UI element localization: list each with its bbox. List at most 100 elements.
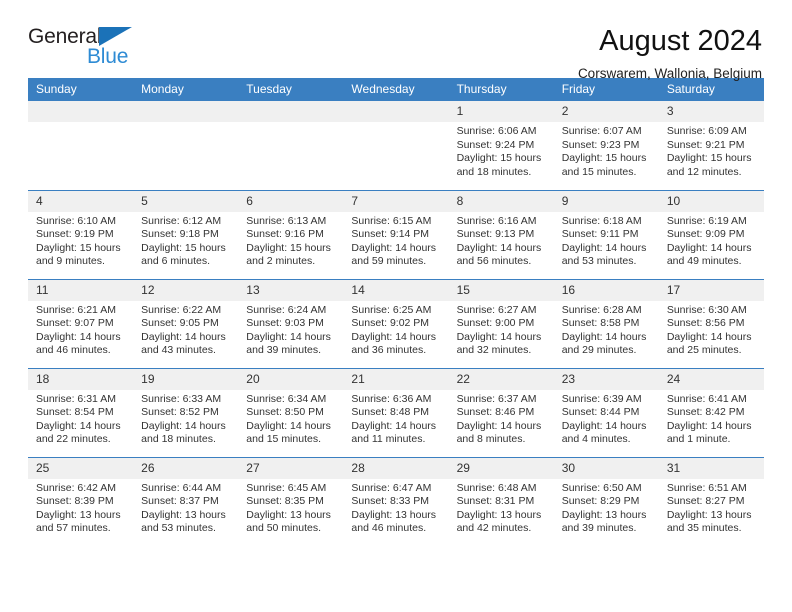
calendar-day-cell[interactable]: 25 Sunrise: 6:42 AM Sunset: 8:39 PM Dayligh…: [28, 456, 134, 546]
logo-text-blue: Blue: [87, 45, 129, 68]
sunset-text: Sunset: 8:29 PM: [561, 495, 640, 508]
day-number: 28: [343, 457, 449, 479]
calendar-day-cell[interactable]: 22 Sunrise: 6:37 AM Sunset: 8:46 PM Dayligh…: [448, 367, 554, 457]
calendar-day-cell[interactable]: 8 Sunrise: 6:16 AM Sunset: 9:13 PM Daylight…: [448, 189, 554, 279]
day-sun-info: Sunrise: 6:36 AM Sunset: 8:48 PM Daylight:…: [343, 390, 448, 447]
day-sun-info: Sunrise: 6:27 AM Sunset: 9:00 PM Daylight:…: [449, 301, 554, 358]
calendar-day-cell[interactable]: 20 Sunrise: 6:34 AM Sunset: 8:50 PM Dayligh…: [238, 367, 344, 457]
day-number: 25: [28, 457, 134, 479]
sunset-text: Sunset: 8:56 PM: [666, 317, 745, 330]
day-number: 10: [658, 190, 764, 212]
weekday-header-thursday: Thursday: [448, 78, 554, 101]
sunrise-text: Sunrise: 6:45 AM: [246, 481, 327, 494]
sunrise-text: Sunrise: 6:50 AM: [561, 481, 642, 494]
sunset-text: Sunset: 9:18 PM: [141, 228, 219, 241]
day-sun-info: Sunrise: 6:47 AM Sunset: 8:33 PM Daylight:…: [343, 479, 448, 536]
day-number: 7: [343, 190, 449, 212]
calendar-day-cell[interactable]: 11 Sunrise: 6:21 AM Sunset: 9:07 PM Dayligh…: [28, 278, 134, 368]
calendar-day-cell-empty: [238, 101, 344, 190]
calendar-week-row: 1 Sunrise: 6:06 AM Sunset: 9:24 PM Daylight…: [28, 101, 764, 190]
calendar-day-cell[interactable]: 10 Sunrise: 6:19 AM Sunset: 9:09 PM Dayligh…: [658, 189, 764, 279]
calendar-day-cell[interactable]: 28 Sunrise: 6:47 AM Sunset: 8:33 PM Dayligh…: [343, 456, 449, 546]
sunrise-text: Sunrise: 6:42 AM: [36, 481, 116, 494]
sunrise-text: Sunrise: 6:07 AM: [561, 125, 642, 137]
day-number: 19: [133, 368, 239, 390]
sunset-text: Sunset: 8:54 PM: [36, 406, 114, 419]
calendar-day-cell[interactable]: 7 Sunrise: 6:15 AM Sunset: 9:14 PM Daylight…: [343, 189, 449, 279]
sunset-text: Sunset: 9:11 PM: [561, 228, 639, 241]
day-sun-info: Sunrise: 6:33 AM Sunset: 8:52 PM Daylight:…: [133, 390, 238, 447]
day-number: [133, 101, 239, 122]
sunset-text: Sunset: 8:35 PM: [246, 495, 324, 508]
general-blue-logo[interactable]: General Blue: [28, 24, 143, 76]
calendar-day-cell[interactable]: 24 Sunrise: 6:41 AM Sunset: 8:42 PM Dayligh…: [658, 367, 764, 457]
calendar-day-cell[interactable]: 27 Sunrise: 6:45 AM Sunset: 8:35 PM Dayligh…: [238, 456, 344, 546]
day-number: 5: [133, 190, 239, 212]
calendar-day-cell[interactable]: 12 Sunrise: 6:22 AM Sunset: 9:05 PM Dayligh…: [133, 278, 239, 368]
calendar-day-cell[interactable]: 21 Sunrise: 6:36 AM Sunset: 8:48 PM Dayligh…: [343, 367, 449, 457]
calendar-day-cell[interactable]: 17 Sunrise: 6:30 AM Sunset: 8:56 PM Dayligh…: [658, 278, 764, 368]
sunset-text: Sunset: 8:48 PM: [351, 406, 430, 419]
daylight-text: Daylight: 15 hours and 15 minutes.: [561, 152, 647, 178]
sunset-text: Sunset: 8:58 PM: [561, 317, 640, 330]
sunset-text: Sunset: 8:50 PM: [246, 406, 324, 419]
daylight-text: Daylight: 14 hours and 49 minutes.: [666, 241, 752, 268]
title-block: August 2024 Corswarem, Wallonia, Belgium: [578, 24, 764, 84]
sunrise-text: Sunrise: 6:10 AM: [36, 214, 116, 227]
sunrise-text: Sunrise: 6:30 AM: [666, 303, 747, 316]
sunset-text: Sunset: 9:00 PM: [456, 317, 535, 330]
sunrise-text: Sunrise: 6:18 AM: [561, 214, 642, 227]
daylight-text: Daylight: 13 hours and 42 minutes.: [456, 508, 542, 535]
daylight-text: Daylight: 14 hours and 22 minutes.: [36, 419, 121, 446]
daylight-text: Daylight: 14 hours and 56 minutes.: [456, 241, 542, 268]
calendar-day-cell[interactable]: 16 Sunrise: 6:28 AM Sunset: 8:58 PM Dayligh…: [553, 278, 659, 368]
sunrise-text: Sunrise: 6:28 AM: [561, 303, 642, 316]
sunrise-text: Sunrise: 6:24 AM: [246, 303, 327, 316]
sunset-text: Sunset: 8:27 PM: [666, 495, 745, 508]
page-subtitle: Corswarem, Wallonia, Belgium: [577, 66, 762, 81]
day-number: 11: [28, 279, 134, 301]
calendar-day-cell[interactable]: 18 Sunrise: 6:31 AM Sunset: 8:54 PM Dayligh…: [28, 367, 134, 457]
day-number: 6: [238, 190, 344, 212]
daylight-text: Daylight: 13 hours and 35 minutes.: [666, 508, 752, 535]
calendar-day-cell[interactable]: 13 Sunrise: 6:24 AM Sunset: 9:03 PM Dayligh…: [238, 278, 344, 368]
day-sun-info: Sunrise: 6:13 AM Sunset: 9:16 PM Daylight:…: [238, 212, 343, 269]
day-number: 12: [133, 279, 239, 301]
sunrise-text: Sunrise: 6:19 AM: [666, 214, 747, 227]
calendar-day-cell[interactable]: 3 Sunrise: 6:09 AM Sunset: 9:21 PM Daylight…: [658, 101, 764, 190]
day-sun-info: Sunrise: 6:45 AM Sunset: 8:35 PM Daylight:…: [238, 479, 343, 536]
calendar-day-cell[interactable]: 9 Sunrise: 6:18 AM Sunset: 9:11 PM Daylight…: [553, 189, 659, 279]
calendar-day-cell[interactable]: 5 Sunrise: 6:12 AM Sunset: 9:18 PM Daylight…: [133, 189, 239, 279]
calendar-table: Sunday Monday Tuesday Wednesday Thursday…: [28, 78, 764, 546]
calendar-day-cell[interactable]: 2 Sunrise: 6:07 AM Sunset: 9:23 PM Daylight…: [553, 101, 659, 190]
weekday-header-tuesday: Tuesday: [238, 78, 344, 101]
daylight-text: Daylight: 15 hours and 12 minutes.: [666, 152, 752, 178]
daylight-text: Daylight: 14 hours and 59 minutes.: [351, 241, 437, 268]
sunrise-text: Sunrise: 6:31 AM: [36, 392, 116, 405]
calendar-day-cell[interactable]: 1 Sunrise: 6:06 AM Sunset: 9:24 PM Daylight…: [448, 101, 554, 190]
day-sun-info: Sunrise: 6:16 AM Sunset: 9:13 PM Daylight:…: [449, 212, 554, 269]
sunset-text: Sunset: 9:05 PM: [141, 317, 219, 330]
day-number: 17: [658, 279, 764, 301]
sunset-text: Sunset: 9:23 PM: [561, 138, 640, 151]
daylight-text: Daylight: 14 hours and 46 minutes.: [36, 330, 121, 357]
calendar-day-cell[interactable]: 14 Sunrise: 6:25 AM Sunset: 9:02 PM Dayligh…: [343, 278, 449, 368]
sunset-text: Sunset: 9:24 PM: [456, 138, 535, 151]
calendar-day-cell[interactable]: 23 Sunrise: 6:39 AM Sunset: 8:44 PM Dayligh…: [553, 367, 659, 457]
calendar-day-cell[interactable]: 26 Sunrise: 6:44 AM Sunset: 8:37 PM Dayligh…: [133, 456, 239, 546]
calendar-day-cell[interactable]: 15 Sunrise: 6:27 AM Sunset: 9:00 PM Dayligh…: [448, 278, 554, 368]
day-sun-info: Sunrise: 6:24 AM Sunset: 9:03 PM Daylight:…: [238, 301, 343, 358]
sunrise-text: Sunrise: 6:48 AM: [456, 481, 537, 494]
sunset-text: Sunset: 9:09 PM: [666, 228, 745, 241]
day-sun-info: Sunrise: 6:31 AM Sunset: 8:54 PM Daylight:…: [28, 390, 133, 447]
sunset-text: Sunset: 9:07 PM: [36, 317, 114, 330]
sunrise-text: Sunrise: 6:13 AM: [246, 214, 327, 227]
calendar-day-cell[interactable]: 4 Sunrise: 6:10 AM Sunset: 9:19 PM Daylight…: [28, 189, 134, 279]
day-sun-info: Sunrise: 6:09 AM Sunset: 9:21 PM Daylight:…: [659, 122, 764, 179]
calendar-day-cell[interactable]: 19 Sunrise: 6:33 AM Sunset: 8:52 PM Dayligh…: [133, 367, 239, 457]
calendar-day-cell[interactable]: 29 Sunrise: 6:48 AM Sunset: 8:31 PM Dayligh…: [448, 456, 554, 546]
day-number: 24: [658, 368, 764, 390]
calendar-day-cell[interactable]: 31 Sunrise: 6:51 AM Sunset: 8:27 PM Dayligh…: [658, 456, 764, 546]
calendar-day-cell[interactable]: 30 Sunrise: 6:50 AM Sunset: 8:29 PM Dayligh…: [553, 456, 659, 546]
calendar-day-cell[interactable]: 6 Sunrise: 6:13 AM Sunset: 9:16 PM Daylight…: [238, 189, 344, 279]
